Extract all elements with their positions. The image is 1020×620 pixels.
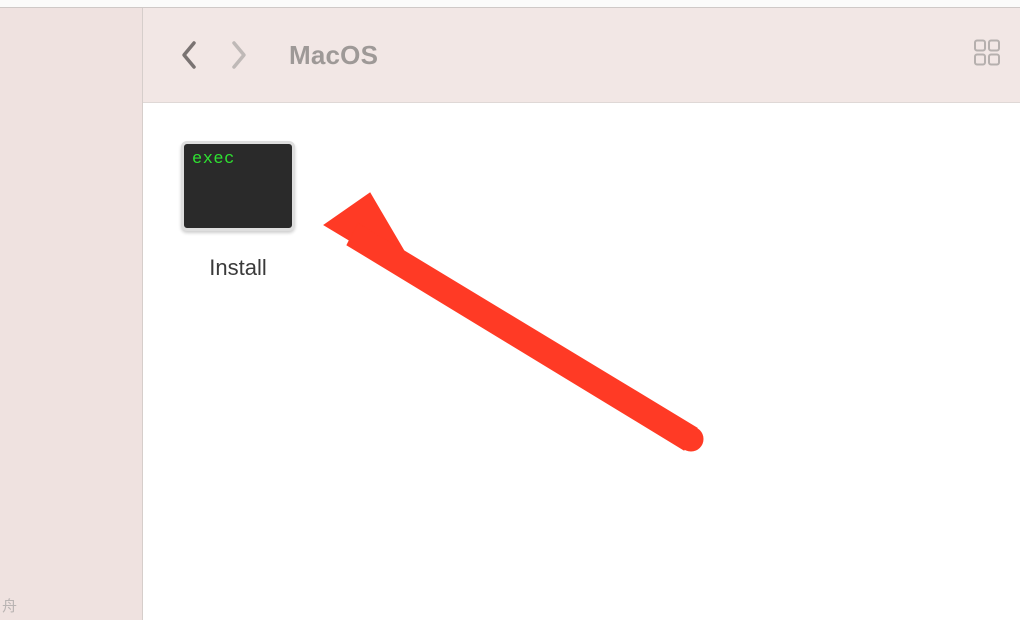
view-options-button[interactable]: [972, 38, 1002, 73]
grid-view-icon: [972, 38, 1002, 68]
executable-icon: exec: [181, 141, 295, 231]
back-button[interactable]: [175, 35, 203, 75]
chevron-right-icon: [230, 40, 248, 70]
folder-content: exec Install: [143, 103, 1020, 620]
toolbar: MacOS: [143, 8, 1020, 103]
file-label: Install: [209, 255, 266, 281]
main-panel: MacOS exec Install: [142, 8, 1020, 620]
forward-button[interactable]: [225, 35, 253, 75]
sidebar: 舟: [0, 8, 142, 620]
sidebar-footer-text: 舟: [2, 595, 17, 616]
window-top-strip: [0, 0, 1020, 8]
executable-icon-text: exec: [192, 150, 235, 169]
file-item-install[interactable]: exec Install: [173, 141, 303, 281]
folder-title: MacOS: [289, 40, 378, 71]
chevron-left-icon: [180, 40, 198, 70]
